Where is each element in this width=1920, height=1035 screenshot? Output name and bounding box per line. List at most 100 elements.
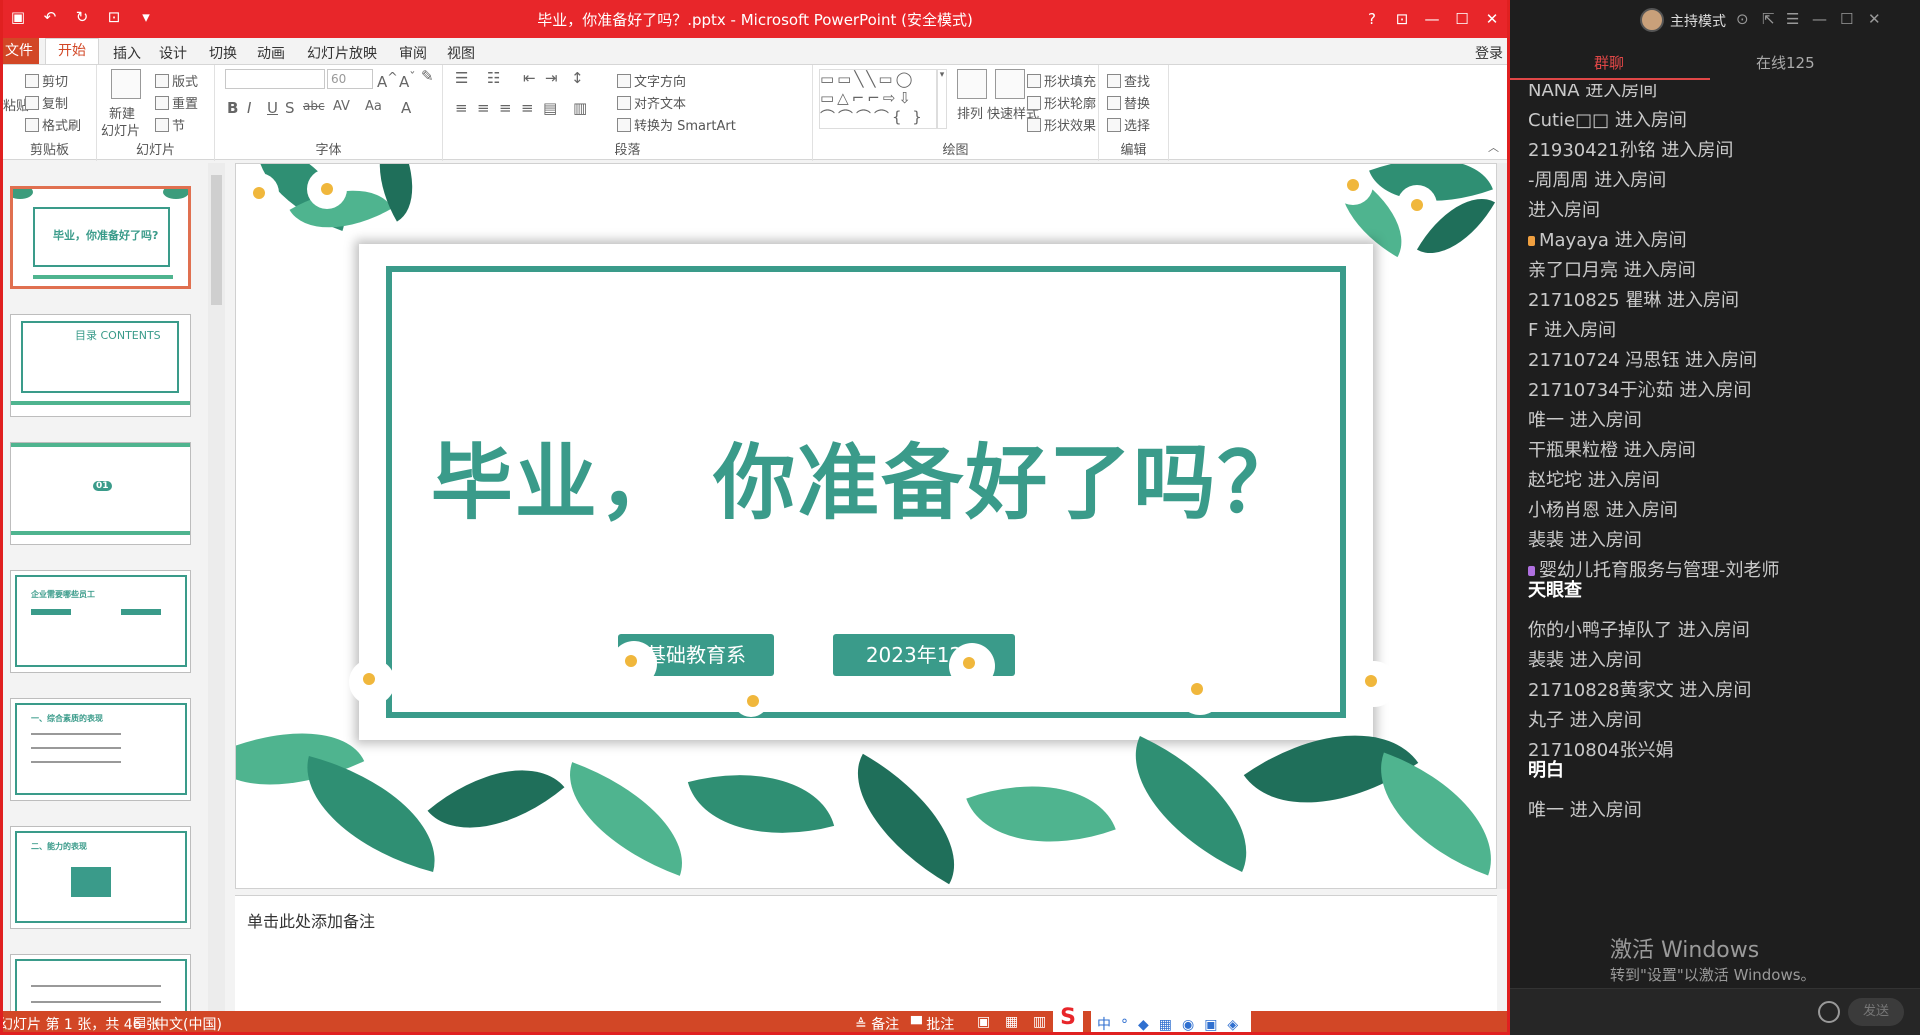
chat-input-bar[interactable]: 发送	[1510, 988, 1920, 1035]
thumbnail-slide-3[interactable]: 01	[10, 442, 191, 545]
sogou-ime-icon[interactable]: S	[1053, 1005, 1083, 1032]
new-slide-icon[interactable]	[111, 69, 141, 99]
smartart-icon	[617, 118, 631, 132]
tab-transitions[interactable]: 切换	[209, 43, 237, 63]
avatar[interactable]	[1640, 8, 1664, 32]
login-link[interactable]: 登录	[1475, 43, 1503, 63]
thumbnail-slide-1[interactable]: 毕业，你准备好了吗?	[10, 186, 191, 289]
format-painter-button[interactable]: 格式刷	[25, 115, 81, 134]
thumbnail-slide-5[interactable]: 一、综合素质的表现	[10, 698, 191, 801]
bold-icon[interactable]: B	[227, 99, 238, 117]
thumbnail-slide-2[interactable]: 目录 CONTENTS	[10, 314, 191, 417]
arrange-button[interactable]: 排列	[957, 103, 983, 122]
align-text-button[interactable]: 对齐文本	[617, 93, 686, 112]
tab-view[interactable]: 视图	[447, 43, 475, 63]
chat-message-list[interactable]: NANA 进入房间 Cutie□□ 进入房间 21930421孙铭 进入房间 -周周周…	[1510, 84, 1920, 964]
font-name-input[interactable]	[225, 69, 325, 89]
quick-styles-icon[interactable]	[995, 69, 1025, 99]
tab-home[interactable]: 开始	[45, 38, 99, 65]
columns-icon[interactable]: ▥	[573, 99, 587, 117]
spellcheck-icon[interactable]: ▤	[133, 1014, 146, 1030]
reset-button[interactable]: 重置	[155, 93, 198, 112]
ribbon-display-button[interactable]: ⊡	[1387, 0, 1417, 38]
align-right-icon[interactable]: ≡	[499, 99, 512, 117]
select-button[interactable]: 选择	[1107, 115, 1150, 134]
maximize-icon[interactable]: ☐	[1840, 10, 1853, 28]
cut-button[interactable]: 剪切	[25, 71, 68, 90]
close-icon[interactable]: ✕	[1868, 10, 1881, 28]
popout-icon[interactable]: ⇱	[1762, 10, 1775, 28]
thumbnail-slide-4[interactable]: 企业需要哪些员工	[10, 570, 191, 673]
shape-effects-button[interactable]: 形状效果	[1027, 115, 1096, 134]
minimize-button[interactable]: —	[1417, 0, 1447, 38]
numbering-icon[interactable]: ☷	[487, 69, 500, 87]
tab-review[interactable]: 审阅	[399, 43, 427, 63]
font-size-input[interactable]: 60	[327, 69, 373, 89]
tab-online[interactable]: 在线125	[1756, 52, 1815, 73]
tab-group-chat[interactable]: 群聊	[1594, 52, 1624, 73]
layout-button[interactable]: 版式	[155, 71, 198, 90]
canvas-scrollbar[interactable]	[1497, 163, 1507, 889]
notes-button[interactable]: ≜ 备注	[855, 1014, 899, 1032]
tab-animations[interactable]: 动画	[257, 43, 285, 63]
minimize-icon[interactable]: —	[1812, 10, 1827, 28]
close-button[interactable]: ✕	[1477, 0, 1507, 38]
change-case-icon[interactable]: Aa	[365, 99, 382, 114]
help-button[interactable]: ?	[1357, 0, 1387, 38]
notes-placeholder[interactable]: 单击此处添加备注	[247, 908, 375, 932]
font-color-icon[interactable]: A	[401, 99, 411, 117]
shapes-gallery-more-icon[interactable]: ▾	[937, 69, 947, 129]
section-button[interactable]: 节	[155, 115, 185, 134]
reading-view-icon[interactable]: ▥	[1033, 1014, 1046, 1030]
slide-sorter-icon[interactable]: ▦	[1005, 1014, 1018, 1030]
align-left-icon[interactable]: ≡	[455, 99, 468, 117]
language-indicator[interactable]: 中文(中国)	[155, 1014, 222, 1032]
italic-icon[interactable]: I	[247, 99, 251, 117]
collapse-ribbon-icon[interactable]: ︿	[1488, 139, 1499, 155]
smartart-button[interactable]: 转换为 SmartArt	[617, 115, 736, 134]
notes-pane[interactable]: 单击此处添加备注	[235, 895, 1497, 1011]
maximize-button[interactable]: ☐	[1447, 0, 1477, 38]
bullets-icon[interactable]: ☰	[455, 69, 468, 87]
send-button[interactable]: 发送	[1848, 998, 1904, 1026]
normal-view-icon[interactable]: ▣	[977, 1014, 990, 1030]
justify-icon[interactable]: ≡	[521, 99, 534, 117]
tab-file[interactable]: 文件	[3, 38, 39, 64]
shape-fill-button[interactable]: 形状填充	[1027, 71, 1096, 90]
shadow-icon[interactable]: S	[285, 99, 295, 117]
menu-icon[interactable]: ☰	[1786, 10, 1799, 28]
thumbnail-slide-7[interactable]	[10, 954, 191, 1011]
tab-slideshow[interactable]: 幻灯片放映	[307, 43, 377, 63]
underline-icon[interactable]: U	[267, 99, 278, 117]
slide-title[interactable]: 毕业， 你准备好了吗？	[386, 416, 1346, 535]
replace-button[interactable]: 替换	[1107, 93, 1150, 112]
tab-insert[interactable]: 插入	[113, 43, 141, 63]
strikethrough-icon[interactable]: abc	[303, 99, 325, 113]
find-button[interactable]: 查找	[1107, 71, 1150, 90]
tab-design[interactable]: 设计	[159, 43, 187, 63]
clear-format-icon[interactable]: ✎	[421, 67, 434, 85]
shrink-font-icon[interactable]: Aˇ	[399, 69, 416, 91]
char-spacing-icon[interactable]: AV	[333, 99, 350, 114]
increase-indent-icon[interactable]: ⇥	[545, 69, 558, 87]
align-center-icon[interactable]: ≡	[477, 99, 490, 117]
arrange-icon[interactable]	[957, 69, 987, 99]
grow-font-icon[interactable]: A^	[377, 69, 398, 91]
decrease-indent-icon[interactable]: ⇤	[523, 69, 536, 87]
line-spacing-icon[interactable]: ↕	[571, 69, 584, 87]
clipboard-group: 粘贴 剪切 复制 格式刷 剪贴板	[3, 65, 97, 161]
emoji-icon[interactable]	[1818, 1001, 1840, 1023]
text-direction-button[interactable]: 文字方向	[617, 71, 686, 90]
ime-toolbar[interactable]: 中°◆▦◉▣◈	[1091, 1011, 1251, 1032]
scrollbar-thumb[interactable]	[211, 175, 222, 305]
shape-outline-button[interactable]: 形状轮廓	[1027, 93, 1096, 112]
shapes-gallery[interactable]: ▭▭╲╲▭◯ ▭△⌐⌐⇨⇩ ⌒⌒⌒⌒{ }	[819, 69, 937, 129]
thumbnail-slide-6[interactable]: 二、能力的表现	[10, 826, 191, 929]
settings-icon[interactable]: ⊙	[1736, 10, 1749, 28]
new-slide-label-2[interactable]: 幻灯片	[101, 120, 140, 139]
slide-canvas[interactable]: 毕业， 你准备好了吗？ 基础教育系 2023年12月	[235, 163, 1497, 889]
thumbnails-scrollbar[interactable]	[208, 163, 225, 1011]
copy-button[interactable]: 复制	[25, 93, 68, 112]
comments-button[interactable]: ▀ 批注	[911, 1014, 954, 1032]
distribute-icon[interactable]: ▤	[543, 99, 557, 117]
